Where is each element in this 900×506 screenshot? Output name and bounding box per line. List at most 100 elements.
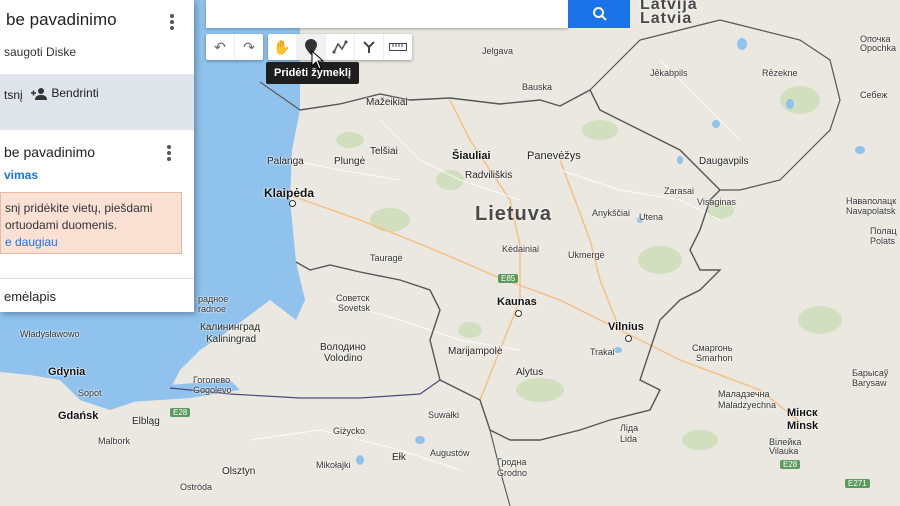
- city-sovetsk-ru[interactable]: Советск: [336, 293, 369, 303]
- share-label: Bendrinti: [51, 86, 99, 100]
- city-jekabpils[interactable]: Jēkabpils: [650, 68, 688, 78]
- city-siauliai[interactable]: Šiauliai: [452, 150, 491, 162]
- city-novopolotsk-ru[interactable]: Наваполацк: [846, 196, 896, 206]
- city-rezekne[interactable]: Rēzekne: [762, 68, 798, 78]
- city-radviliskis[interactable]: Radviliškis: [465, 170, 512, 181]
- city-grodno[interactable]: Grodno: [497, 468, 527, 478]
- city-augustow[interactable]: Augustów: [430, 448, 470, 458]
- pan-button[interactable]: ✋: [268, 34, 297, 60]
- redo-button[interactable]: ↷: [235, 34, 263, 60]
- city-mikolajki[interactable]: Mikołajki: [316, 460, 351, 470]
- city-barysaw-ru[interactable]: Барысаў: [852, 368, 888, 378]
- map-panel: be pavadinimo saugoti Diske tsnį Bendrin…: [0, 0, 194, 312]
- search-input[interactable]: [206, 0, 568, 28]
- city-marijampole[interactable]: Marijampolė: [448, 346, 502, 357]
- city-taurage[interactable]: Tauragė: [370, 253, 403, 263]
- city-elblag[interactable]: Elbląg: [132, 416, 160, 427]
- city-visaginas[interactable]: Visaginas: [697, 197, 736, 207]
- city-suwalki[interactable]: Suwałki: [428, 410, 459, 420]
- city-alytus[interactable]: Alytus: [516, 367, 543, 378]
- city-opochka[interactable]: Opochka: [860, 43, 896, 53]
- share-button[interactable]: Bendrinti: [30, 86, 99, 100]
- city-volodino-ru[interactable]: Володино: [320, 342, 366, 353]
- city-vilnius[interactable]: Vilnius: [608, 321, 644, 333]
- city-gradnoe[interactable]: radnoe: [198, 304, 226, 314]
- city-vileyka[interactable]: Vilauka: [769, 446, 798, 456]
- layer-options-icon[interactable]: [167, 143, 171, 163]
- city-lida[interactable]: Lida: [620, 434, 637, 444]
- country-label-lithuania: Lietuva: [475, 203, 553, 225]
- city-smarhon-ru[interactable]: Смаргонь: [692, 343, 732, 353]
- city-gogolevo[interactable]: Gogolevo: [193, 385, 232, 395]
- city-sovetsk[interactable]: Sovetsk: [338, 303, 370, 313]
- search-button[interactable]: [568, 0, 630, 28]
- cursor-icon: [311, 50, 325, 70]
- city-gogolevo-ru[interactable]: Гоголево: [193, 375, 230, 385]
- city-minsk[interactable]: Minsk: [787, 420, 818, 432]
- layer-style-link[interactable]: vimas: [4, 168, 38, 182]
- road-shield-e28b: E28: [780, 460, 801, 469]
- city-kaliningrad-ru[interactable]: Калининград: [200, 322, 260, 333]
- country-label-latvia-en: Latvia: [640, 10, 693, 27]
- city-wladyslawowo[interactable]: Władysławowo: [20, 329, 80, 339]
- undo-button[interactable]: ↶: [206, 34, 235, 60]
- add-person-icon: [31, 87, 47, 100]
- saved-status: saugoti Diske: [4, 45, 77, 59]
- city-klaipeda[interactable]: Klaipėda: [264, 186, 314, 200]
- city-kedainiai[interactable]: Kėdainiai: [502, 244, 539, 254]
- city-panevezys[interactable]: Panevėžys: [527, 150, 581, 162]
- line-icon: [332, 40, 348, 54]
- city-sebezh[interactable]: Себеж: [860, 90, 887, 100]
- measure-button[interactable]: [384, 34, 412, 60]
- city-ukmerge[interactable]: Ukmergė: [568, 250, 605, 260]
- city-anyksciai[interactable]: Anykščiai: [592, 208, 630, 218]
- city-zarasai[interactable]: Zarasai: [664, 186, 694, 196]
- history-toolbar: ↶ ↷: [206, 34, 263, 60]
- city-polotsk-ru[interactable]: Полац: [870, 226, 897, 236]
- draw-line-button[interactable]: [326, 34, 355, 60]
- learn-more-link[interactable]: e daugiau: [5, 235, 58, 249]
- city-kaunas[interactable]: Kaunas: [497, 296, 537, 308]
- redo-icon: ↷: [243, 38, 255, 55]
- layer-title[interactable]: be pavadinimo: [4, 144, 95, 160]
- city-gradnoe-ru[interactable]: радное: [198, 294, 228, 304]
- city-barysaw[interactable]: Barysaw: [852, 378, 887, 388]
- city-daugavpils[interactable]: Daugavpils: [699, 156, 748, 167]
- city-polotsk[interactable]: Polats: [870, 236, 895, 246]
- city-gizycko[interactable]: Giżycko: [333, 426, 365, 436]
- city-novopolotsk[interactable]: Navapolatsk: [846, 206, 896, 216]
- city-malbork[interactable]: Malbork: [98, 436, 130, 446]
- empty-layer-note: snį pridėkite vietų, piešdami ortuodami …: [0, 192, 182, 254]
- city-sopot[interactable]: Sopot: [78, 388, 102, 398]
- city-trakai[interactable]: Trakai: [590, 347, 615, 357]
- city-gdansk[interactable]: Gdańsk: [58, 410, 98, 422]
- city-kaliningrad[interactable]: Kaliningrad: [206, 334, 256, 345]
- city-maladziecna[interactable]: Maladzyechna: [718, 400, 776, 410]
- city-maladziecna-ru[interactable]: Маладзечна: [718, 389, 770, 399]
- city-utena[interactable]: Utena: [639, 212, 663, 222]
- city-grodno-ru[interactable]: Гродна: [497, 457, 526, 467]
- city-ostroda[interactable]: Ostróda: [180, 482, 212, 492]
- city-mazeikiai[interactable]: Mažeikiai: [366, 97, 408, 108]
- directions-button[interactable]: [355, 34, 384, 60]
- city-volodino[interactable]: Volodino: [324, 353, 362, 364]
- city-dot: [289, 200, 296, 207]
- city-palanga[interactable]: Palanga: [267, 156, 304, 167]
- city-lida-ru[interactable]: Ліда: [620, 423, 638, 433]
- city-telsiai[interactable]: Telšiai: [370, 146, 398, 157]
- basemap-toggle[interactable]: emėlapis: [4, 289, 56, 304]
- city-elk[interactable]: Ełk: [392, 452, 406, 463]
- city-dot: [625, 335, 632, 342]
- divider: [0, 278, 194, 279]
- city-gdynia[interactable]: Gdynia: [48, 366, 85, 378]
- map-title[interactable]: be pavadinimo: [6, 10, 117, 30]
- city-smarhon[interactable]: Smarhon: [696, 353, 733, 363]
- more-options-icon[interactable]: [170, 12, 174, 32]
- city-minsk-ru[interactable]: Мінск: [787, 407, 818, 419]
- city-olsztyn[interactable]: Olsztyn: [222, 466, 255, 477]
- add-layer-button[interactable]: tsnį: [4, 88, 23, 102]
- city-bauska[interactable]: Bauska: [522, 82, 552, 92]
- city-jelgava[interactable]: Jelgava: [482, 46, 513, 56]
- city-plunge[interactable]: Plungė: [334, 156, 365, 167]
- note-line-2: ortuodami duomenis.: [5, 218, 118, 232]
